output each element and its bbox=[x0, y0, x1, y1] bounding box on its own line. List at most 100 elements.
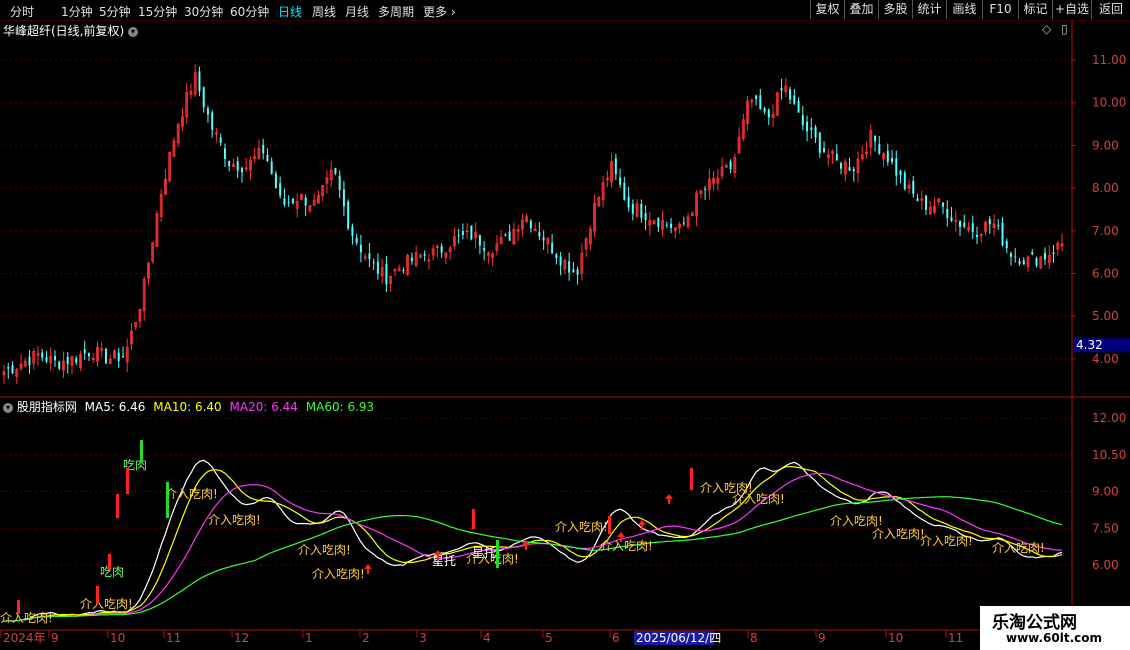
period-more-label: 更多 bbox=[423, 5, 448, 19]
candle-body bbox=[457, 234, 460, 236]
f10-button[interactable]: F10 bbox=[982, 0, 1018, 19]
chirou-label: 吃肉 bbox=[100, 565, 124, 579]
candle-body bbox=[891, 157, 894, 162]
signal-label: 介入吃肉! bbox=[80, 597, 133, 611]
draw-line-button[interactable]: 画线 bbox=[946, 0, 982, 19]
candle-body bbox=[351, 226, 354, 237]
candle-body bbox=[818, 132, 821, 153]
indicator-tick-label: 9.00 bbox=[1092, 485, 1119, 499]
signal-label: 介入吃肉! bbox=[165, 487, 218, 501]
candle-body bbox=[950, 217, 953, 221]
candle-body bbox=[559, 256, 562, 266]
candle-body bbox=[763, 108, 766, 112]
period-30min[interactable]: 30分钟 bbox=[184, 3, 223, 20]
price-tick-label: 10.00 bbox=[1092, 96, 1126, 110]
candle-body bbox=[576, 269, 579, 275]
candle-body bbox=[916, 198, 919, 202]
candle-body bbox=[806, 121, 809, 132]
period-daily[interactable]: 日线 bbox=[278, 3, 302, 20]
period-more[interactable]: 更多 › bbox=[423, 3, 456, 20]
multi-stock-button[interactable]: 多股 bbox=[878, 0, 912, 19]
time-label: 2024年 bbox=[3, 631, 46, 645]
candle-body bbox=[266, 154, 269, 162]
price-tick-label: 9.00 bbox=[1092, 138, 1119, 152]
candle-body bbox=[793, 95, 796, 104]
price-tick-label: 7.00 bbox=[1092, 224, 1119, 238]
back-button[interactable]: 返回 bbox=[1091, 0, 1130, 19]
candle-body bbox=[270, 161, 273, 174]
window-icon[interactable]: ▯ bbox=[1061, 22, 1068, 36]
period-15min[interactable]: 15分钟 bbox=[138, 3, 177, 20]
candle-body bbox=[262, 144, 265, 154]
candle-body bbox=[840, 163, 843, 169]
period-60min[interactable]: 60分钟 bbox=[230, 3, 269, 20]
add-favorite-button[interactable]: +自选 bbox=[1052, 0, 1091, 19]
time-label: 9 bbox=[51, 631, 59, 645]
period-1min[interactable]: 1分钟 bbox=[61, 3, 93, 20]
time-label: 10 bbox=[888, 631, 903, 645]
buy-bar bbox=[17, 600, 20, 614]
candle-body bbox=[206, 108, 209, 115]
candle-body bbox=[810, 127, 813, 130]
time-label: 6 bbox=[612, 631, 620, 645]
time-label: 5 bbox=[545, 631, 553, 645]
candle-body bbox=[236, 161, 239, 171]
signal-label: 介入吃肉! bbox=[298, 543, 351, 557]
candle-body bbox=[899, 170, 902, 176]
time-label: 12 bbox=[234, 631, 249, 645]
signal-label: 介入吃肉! bbox=[732, 492, 785, 506]
overlay-button[interactable]: 叠加 bbox=[844, 0, 878, 19]
candle-body bbox=[619, 177, 622, 185]
period-5min[interactable]: 5分钟 bbox=[99, 3, 131, 20]
candle-body bbox=[483, 247, 486, 251]
period-fenshi[interactable]: 分时 bbox=[10, 3, 34, 20]
candle-body bbox=[801, 115, 804, 126]
candle-body bbox=[912, 180, 915, 194]
kline-chart[interactable]: 介入吃肉!介入吃肉!介入吃肉!介入吃肉!介入吃肉!介入吃肉!介入吃肉!介入吃肉!… bbox=[0, 20, 1130, 650]
candle-body bbox=[470, 225, 473, 240]
indicator-name: 股朋指标网 bbox=[16, 400, 77, 414]
diamond-icon[interactable]: ◇ bbox=[1042, 22, 1051, 36]
candle-body bbox=[627, 196, 630, 208]
statistics-button[interactable]: 统计 bbox=[912, 0, 946, 19]
candle-body bbox=[402, 270, 405, 272]
candle-body bbox=[121, 356, 124, 358]
indicator-panel-title: ▾ 股朋指标网 MA5: 6.46 MA10: 6.40 MA20: 6.44 … bbox=[3, 398, 374, 415]
fuquan-button[interactable]: 复权 bbox=[810, 0, 844, 19]
watermark-title: 乐淘公式网 bbox=[992, 613, 1077, 633]
period-monthly[interactable]: 月线 bbox=[345, 3, 369, 20]
candle-body bbox=[45, 357, 48, 362]
candle-body bbox=[104, 348, 107, 364]
ma10-value: MA10: 6.40 bbox=[153, 400, 222, 414]
candle-body bbox=[623, 182, 626, 200]
period-weekly[interactable]: 周线 bbox=[312, 3, 336, 20]
period-multi[interactable]: 多周期 bbox=[378, 3, 414, 20]
candle-body bbox=[538, 232, 541, 237]
time-label: 1 bbox=[305, 631, 313, 645]
candle-body bbox=[1018, 261, 1021, 264]
candle-body bbox=[848, 167, 851, 171]
candle-body bbox=[355, 237, 358, 243]
candle-body bbox=[117, 352, 120, 361]
candle-body bbox=[58, 361, 61, 369]
candle-body bbox=[274, 173, 277, 189]
candle-body bbox=[959, 220, 962, 228]
candle-body bbox=[946, 208, 949, 218]
candle-body bbox=[835, 154, 838, 161]
grid-lines bbox=[0, 59, 1072, 566]
mark-button[interactable]: 标记 bbox=[1018, 0, 1052, 19]
time-label: 3 bbox=[419, 631, 427, 645]
candle-body bbox=[347, 201, 350, 229]
candle-body bbox=[874, 135, 877, 142]
price-tick-label: 8.00 bbox=[1092, 181, 1119, 195]
signal-label: 介入吃肉! bbox=[0, 611, 53, 625]
chevron-down-icon[interactable]: ▾ bbox=[128, 26, 139, 37]
candle-body bbox=[925, 195, 928, 210]
candle-body bbox=[614, 158, 617, 175]
candle-body bbox=[287, 202, 290, 204]
candle-body bbox=[542, 237, 545, 241]
candle-body bbox=[963, 222, 966, 227]
candle-body bbox=[903, 172, 906, 190]
buy-bar bbox=[690, 468, 693, 490]
chevron-down-icon[interactable]: ▾ bbox=[3, 402, 13, 413]
